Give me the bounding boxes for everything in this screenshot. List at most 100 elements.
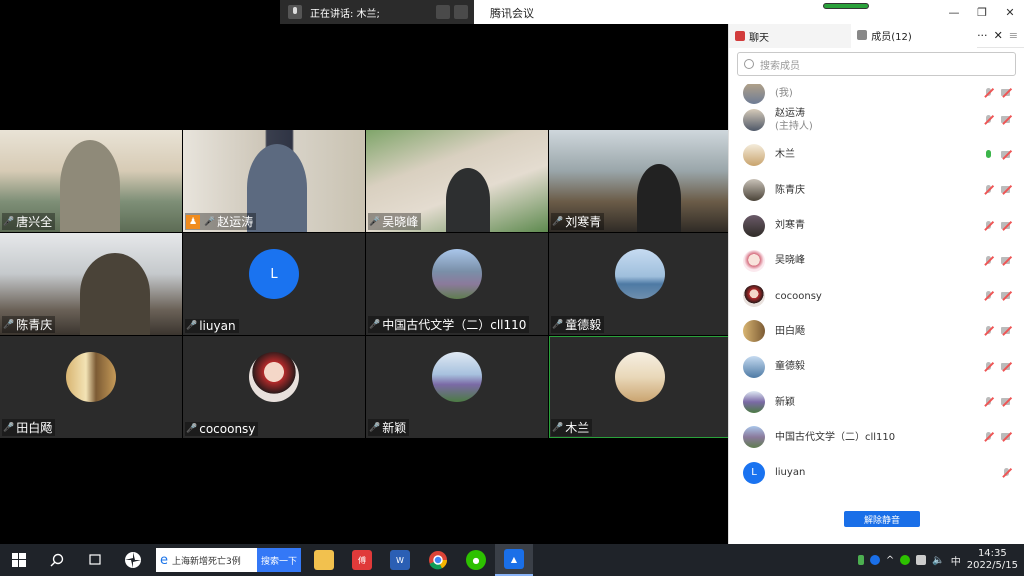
search-placeholder: 搜索成员 [760,60,800,72]
list-item[interactable]: 陈青庆 [729,173,1024,208]
camera-off-icon[interactable] [1001,291,1013,301]
panel-close-button[interactable]: ✕ [994,29,1003,42]
app-tray-icon[interactable] [869,555,880,565]
list-item[interactable]: L liuyan [729,455,1024,490]
mic-muted-icon[interactable] [983,361,995,372]
start-button[interactable] [0,544,38,576]
video-tile[interactable]: L 🎤 liuyan [183,233,365,335]
mic-muted-icon[interactable] [983,88,995,98]
video-tile[interactable]: 🎤 陈青庆 [0,233,182,335]
clock[interactable]: 14:35 2022/5/15 [967,548,1018,572]
mic-muted-icon[interactable] [983,326,995,336]
taskbar-search-button[interactable]: 搜索一下 [256,548,301,572]
member-name: 吴晓峰 [775,255,805,267]
tab-members-label: 成员(12) [871,31,912,43]
mic-muted-icon[interactable] [983,114,995,125]
ime-indicator[interactable]: 中 [951,553,961,568]
chevron-up-icon[interactable]: ^ [886,555,894,566]
app-red-button[interactable]: 傅 [343,544,381,576]
word-icon: W [390,550,410,570]
clock-time: 14:35 [977,548,1007,559]
battery-icon[interactable] [857,555,864,565]
wechat-button[interactable]: ● [457,544,495,576]
taskbar-search-box[interactable]: e 上海新增死亡3例 搜索一下 [156,548,301,572]
member-name: 木兰 [775,149,795,161]
mic-muted-icon: 🎤 [204,216,216,227]
video-tile[interactable]: 🎤 中国古代文学（二）cll110 [366,233,548,335]
video-tile-active-speaker[interactable]: 🎤 木兰 [549,336,731,438]
chrome-button[interactable] [419,544,457,576]
avatar [743,391,765,414]
file-explorer-button[interactable] [305,544,343,576]
list-item[interactable]: cocoonsy [729,278,1024,313]
mic-muted-icon[interactable] [983,397,995,407]
close-button[interactable]: ✕ [996,0,1024,24]
video-tile[interactable]: 🎤 cocoonsy [183,336,365,438]
security-icon[interactable] [900,555,911,565]
participant-video [80,253,150,335]
back-icon[interactable] [454,5,468,19]
network-icon[interactable] [916,555,927,565]
fullscreen-icon[interactable] [436,5,450,19]
mic-muted-icon[interactable] [1001,467,1013,478]
volume-icon[interactable]: 🔈 [932,555,944,566]
camera-off-icon[interactable] [1001,185,1013,195]
list-item[interactable]: 田白飏 [729,314,1024,349]
list-item[interactable]: 吴晓峰 [729,243,1024,278]
list-item[interactable]: 赵运涛 (主持人) [729,102,1024,137]
camera-off-icon[interactable] [1001,115,1013,125]
camera-off-icon[interactable] [1001,362,1013,372]
camera-off-icon[interactable] [1001,256,1013,266]
tencent-meeting-icon: ▲ [504,549,524,569]
video-tile[interactable]: 🎤 童德毅 [549,233,731,335]
list-item[interactable]: 新颖 [729,384,1024,419]
mic-muted-icon[interactable] [983,432,995,442]
member-name: liuyan [775,467,806,479]
unmute-all-button[interactable]: 解除静音 [844,511,920,527]
list-item[interactable]: 木兰 [729,137,1024,172]
mic-on-icon[interactable] [983,149,995,160]
member-name: 陈青庆 [775,184,805,196]
list-item[interactable]: (我) [729,84,1024,104]
more-button[interactable]: ··· [977,29,988,42]
tile-name-label: 🎤 陈青庆 [2,316,56,333]
list-item[interactable]: 童德毅 [729,349,1024,384]
restore-button[interactable]: ❐ [968,0,996,24]
camera-off-icon[interactable] [1001,397,1013,407]
folder-icon [314,550,334,570]
list-item[interactable]: 中国古代文学（二）cll110 [729,420,1024,455]
list-item[interactable]: 刘寒青 [729,208,1024,243]
video-tile[interactable]: ♟ 🎤 赵运涛 [183,130,365,232]
camera-off-icon[interactable] [1001,150,1013,160]
mic-muted-icon[interactable] [983,291,995,301]
search-button[interactable] [38,544,76,576]
member-name: 刘寒青 [775,220,805,232]
video-tile[interactable]: 🎤 田白飏 [0,336,182,438]
avatar [615,249,665,299]
tencent-meeting-button[interactable]: ▲ [495,544,533,576]
avatar [743,143,765,166]
tile-name-label: ♟ 🎤 赵运涛 [185,213,257,230]
camera-off-icon[interactable] [1001,88,1013,98]
mic-muted-icon[interactable] [983,220,995,231]
panel-menu-button[interactable]: ≡ [1009,29,1018,42]
camera-off-icon[interactable] [1001,221,1013,231]
mic-muted-icon[interactable] [983,255,995,266]
tab-chat[interactable]: 聊天 [729,24,852,48]
tile-name-label: 🎤 新颖 [368,419,410,436]
member-search-field[interactable]: 搜索成员 [737,52,1016,76]
video-tile[interactable]: 🎤 吴晓峰 [366,130,548,232]
camera-off-icon[interactable] [1001,432,1013,442]
tab-members[interactable]: 成员(12) [851,24,978,48]
video-tile[interactable]: 🎤 刘寒青 [549,130,731,232]
mic-muted-icon: 🎤 [369,216,381,227]
video-tile[interactable]: 🎤 唐兴全 [0,130,182,232]
word-button[interactable]: W [381,544,419,576]
video-tile[interactable]: 🎤 新颖 [366,336,548,438]
members-panel: 聊天 成员(12) ··· ✕ ≡ 搜索成员 (我) 赵运涛 (主持人) 木兰 … [728,24,1024,544]
minimize-button[interactable]: — [940,0,968,24]
task-view-button[interactable] [76,544,114,576]
mic-muted-icon[interactable] [983,185,995,195]
pinwheel-app-button[interactable] [114,544,152,576]
camera-off-icon[interactable] [1001,326,1013,336]
